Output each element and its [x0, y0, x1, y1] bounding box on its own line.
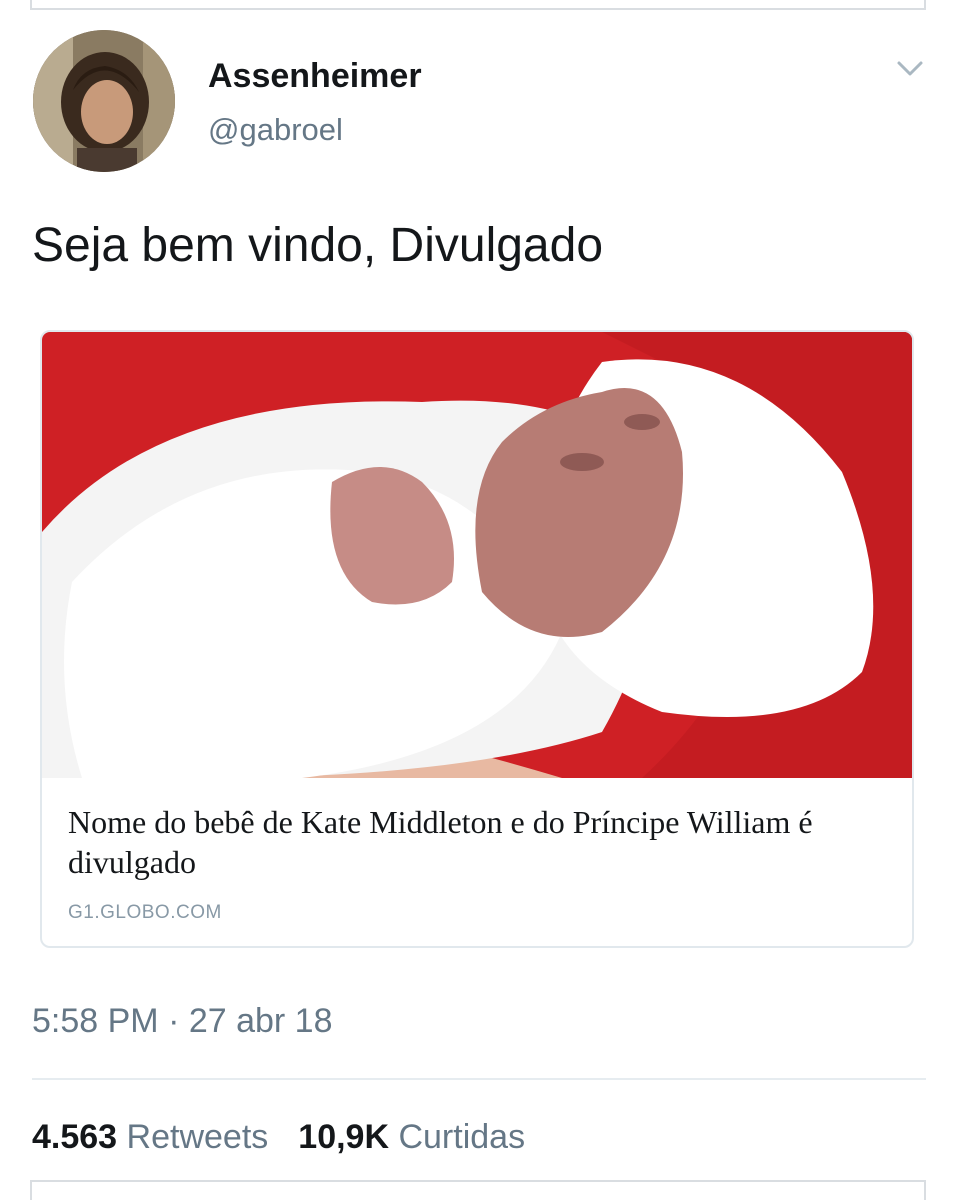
previous-tweet-edge — [30, 0, 926, 10]
link-card-domain: G1.GLOBO.COM — [68, 902, 222, 923]
likes-stat[interactable]: 10,9K Curtidas — [298, 1118, 525, 1156]
link-card[interactable]: Nome do bebê de Kate Middleton e do Prín… — [40, 330, 914, 948]
display-name[interactable]: Assenheimer — [208, 57, 422, 96]
link-card-image — [42, 332, 912, 778]
avatar[interactable] — [33, 30, 175, 172]
likes-label: Curtidas — [398, 1118, 526, 1156]
likes-count: 10,9K — [298, 1118, 390, 1156]
user-handle[interactable]: @gabroel — [208, 112, 343, 148]
divider — [32, 1078, 926, 1080]
tweet-text: Seja bem vindo, Divulgado — [32, 219, 604, 272]
tweet-timestamp[interactable]: 5:58 PM · 27 abr 18 — [32, 1002, 333, 1041]
tweet-stats: 4.563 Retweets 10,9K Curtidas — [32, 1118, 525, 1157]
retweets-label: Retweets — [126, 1118, 269, 1156]
next-tweet-edge — [30, 1180, 926, 1200]
link-card-title[interactable]: Nome do bebê de Kate Middleton e do Prín… — [68, 802, 888, 882]
avatar-image — [33, 30, 175, 172]
retweets-count: 4.563 — [32, 1118, 118, 1156]
chevron-down-icon[interactable] — [895, 56, 925, 82]
retweets-stat[interactable]: 4.563 Retweets — [32, 1118, 268, 1156]
